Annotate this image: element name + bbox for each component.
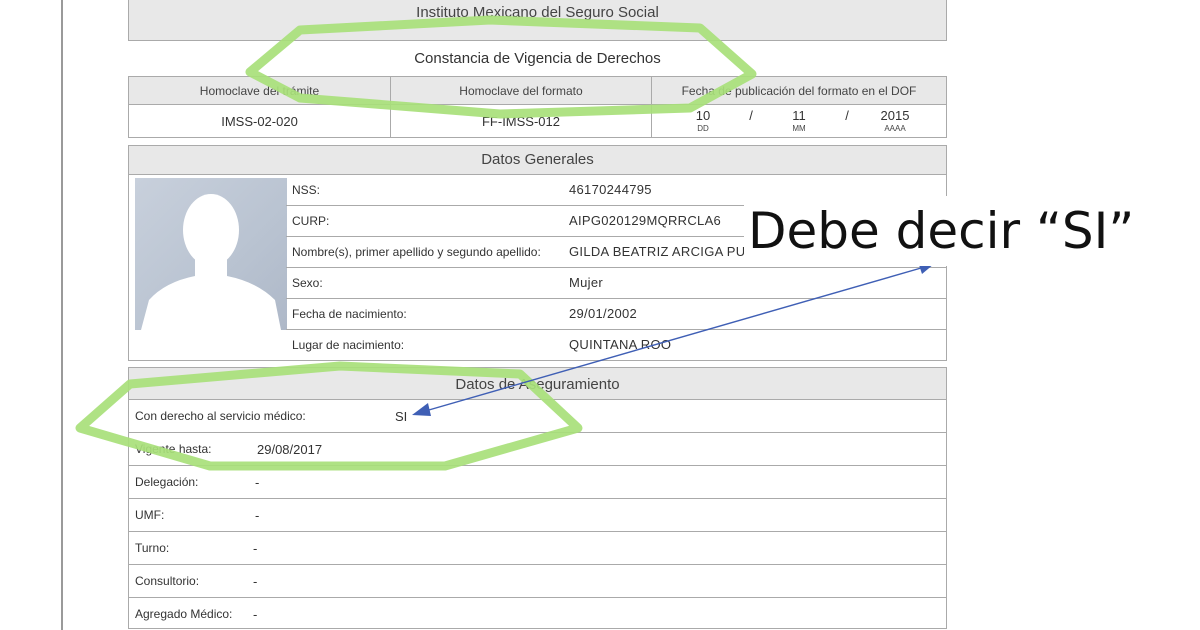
person-photo-placeholder bbox=[135, 178, 287, 330]
generales-row-fecha-nacimiento: Fecha de nacimiento: 29/01/2002 bbox=[286, 298, 946, 329]
institute-header: Instituto Mexicano del Seguro Social bbox=[128, 0, 947, 41]
document-page: Instituto Mexicano del Seguro Social Con… bbox=[0, 0, 1200, 630]
dof-month: 11 MM bbox=[792, 108, 806, 133]
left-margin-rule bbox=[61, 0, 63, 630]
date-separator: / bbox=[845, 108, 849, 123]
header-fecha-dof: Fecha de publicación del formato en el D… bbox=[652, 77, 946, 105]
date-separator: / bbox=[749, 108, 753, 123]
aseg-row-consultorio: Consultorio: - bbox=[129, 565, 946, 598]
institute-name: Instituto Mexicano del Seguro Social bbox=[129, 0, 946, 40]
header-homoclave-tramite: Homoclave del trámite bbox=[129, 77, 391, 105]
aseg-row-umf: UMF: - bbox=[129, 499, 946, 532]
generales-row-sexo: Sexo: Mujer bbox=[286, 267, 946, 298]
value-homoclave-formato: FF-IMSS-012 bbox=[391, 105, 652, 138]
aseg-row-derecho-servicio: Con derecho al servicio médico: SI bbox=[129, 400, 946, 433]
aseg-row-delegacion: Delegación: - bbox=[129, 466, 946, 499]
aseg-row-vigente-hasta: Vigente hasta: 29/08/2017 bbox=[129, 433, 946, 466]
document-title: Constancia de Vigencia de Derechos bbox=[414, 50, 661, 67]
dof-year: 2015 AAAA bbox=[880, 108, 910, 133]
value-fecha-dof: 10 DD / 11 MM / 2015 AAAA bbox=[652, 105, 946, 138]
datos-generales-title: Datos Generales bbox=[129, 146, 946, 175]
datos-aseguramiento-title: Datos de Aseguramiento bbox=[129, 368, 946, 400]
aseg-row-turno: Turno: - bbox=[129, 532, 946, 565]
homoclave-table: Homoclave del trámite Homoclave del form… bbox=[128, 76, 947, 138]
value-homoclave-tramite: IMSS-02-020 bbox=[129, 105, 391, 138]
datos-aseguramiento-section: Datos de Aseguramiento Con derecho al se… bbox=[128, 367, 947, 629]
header-homoclave-formato: Homoclave del formato bbox=[391, 77, 652, 105]
aseg-row-agregado-medico: Agregado Médico: - bbox=[135, 607, 258, 622]
annotation-text: Debe decir “SI” bbox=[744, 196, 1139, 266]
generales-row-lugar-nacimiento: Lugar de nacimiento: QUINTANA ROO bbox=[286, 329, 946, 360]
dof-day: 10 DD bbox=[695, 108, 711, 133]
